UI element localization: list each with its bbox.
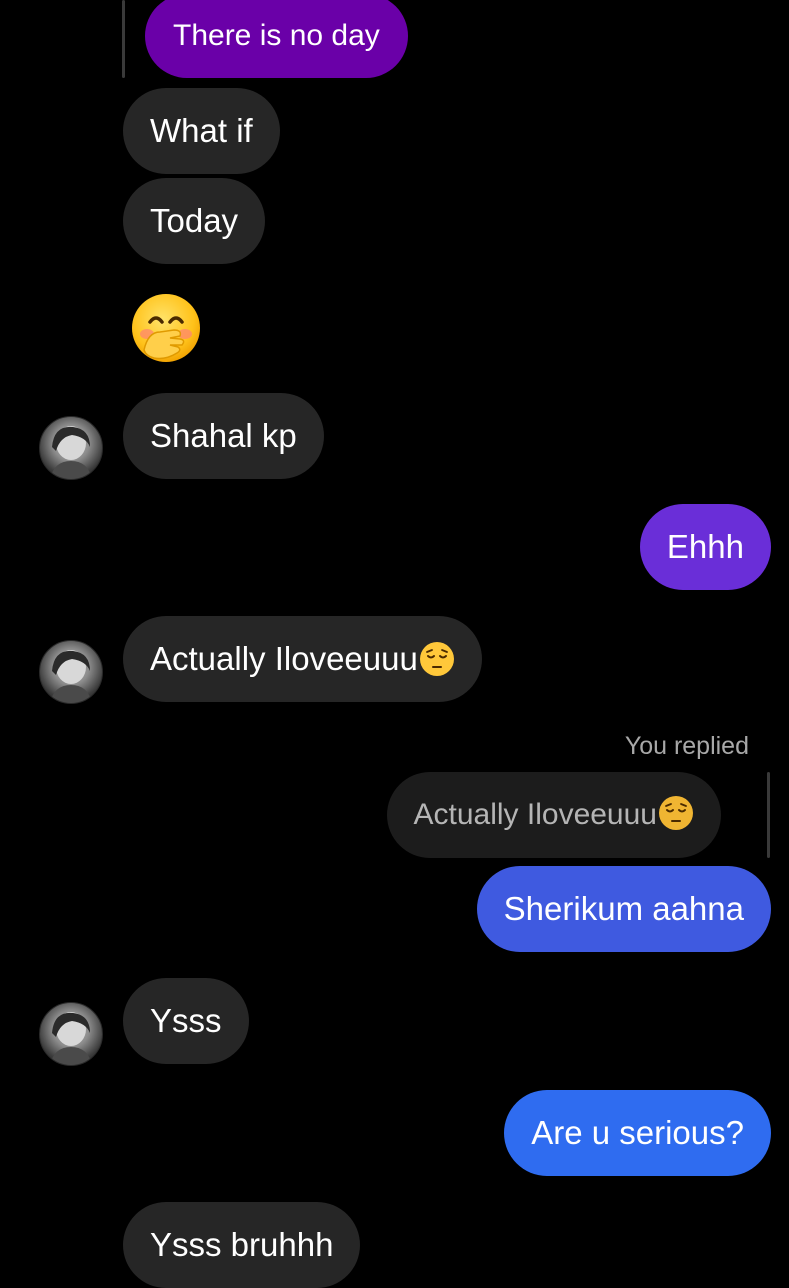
message-bubble-9[interactable]: Sherikum aahna [476, 866, 771, 952]
face-with-hand-over-mouth-icon[interactable]: 🤭 [130, 292, 202, 364]
reply-quote-line [767, 772, 770, 858]
message-bubble-6[interactable]: Ehhh [639, 504, 771, 590]
message-bubble-5[interactable]: Shahal kp [123, 393, 324, 479]
pensive-face-icon: 😔 [419, 623, 455, 676]
message-text: Are u serious? [531, 1114, 744, 1151]
quoted-message-bubble[interactable]: Actually Iloveeuuu😔 [386, 772, 721, 858]
message-text: Ehhh [666, 528, 744, 565]
avatar[interactable] [39, 640, 103, 704]
message-bubble-10[interactable]: Ysss [123, 978, 249, 1064]
pensive-face-icon: 😔 [658, 779, 694, 830]
reply-note: You replied [624, 732, 749, 760]
message-bubble-3[interactable]: Today [123, 178, 266, 264]
message-text: Ysss bruhhh [150, 1226, 334, 1263]
avatar[interactable] [39, 416, 103, 480]
reply-quote-line [122, 0, 125, 78]
message-bubble-11[interactable]: Are u serious? [504, 1090, 771, 1176]
message-bubble-12[interactable]: Ysss bruhhh [123, 1202, 361, 1288]
message-text: Actually Iloveeuuu [150, 640, 418, 677]
quoted-message-text: Actually Iloveeuuu [413, 798, 658, 831]
message-text: What if [150, 112, 253, 149]
message-bubble-7[interactable]: Actually Iloveeuuu😔 [123, 616, 482, 702]
message-text: There is no day [173, 19, 380, 52]
message-text: Ysss [150, 1002, 222, 1039]
avatar[interactable] [39, 1002, 103, 1066]
message-bubble-2[interactable]: What if [123, 88, 280, 174]
message-text: Sherikum aahna [503, 890, 744, 927]
message-text: Today [150, 202, 239, 239]
message-bubble-1[interactable]: There is no day [145, 0, 408, 78]
message-text: Shahal kp [150, 417, 297, 454]
